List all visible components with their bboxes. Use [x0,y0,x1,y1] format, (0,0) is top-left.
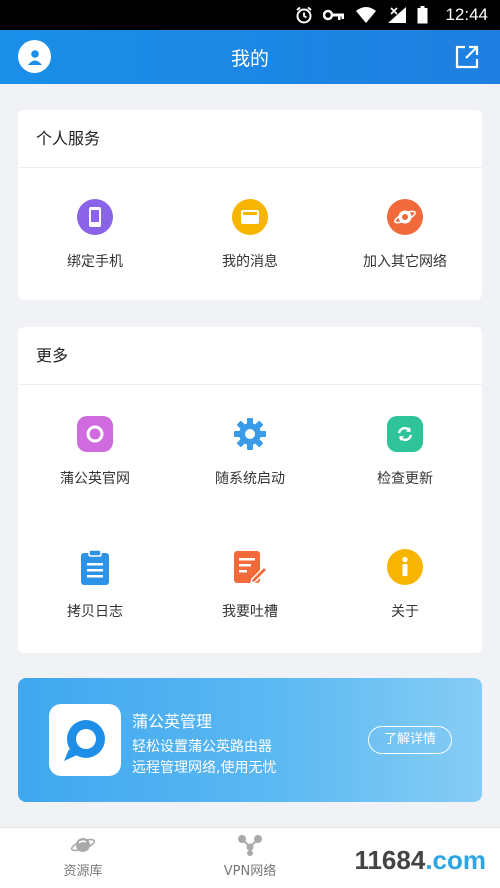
website-icon [77,416,113,452]
section-title: 个人服务 [18,110,482,168]
info-icon [387,549,423,585]
item-label: 加入其它网络 [363,254,447,270]
join-network-item[interactable]: 加入其它网络 [328,199,482,271]
key-icon [323,8,345,22]
tab-label: VPN网络 [223,864,277,879]
item-label: 检查更新 [377,471,433,487]
planet-icon [70,834,96,856]
planet-icon [387,199,423,235]
official-site-item[interactable]: 蒲公英官网 [18,416,172,488]
watermark-domain: .com [425,845,486,875]
promo-banner[interactable]: 蒲公英管理 轻松设置蒲公英路由器 远程管理网络,使用无忧 了解详情 [18,678,482,802]
share-button[interactable] [454,44,480,70]
phone-icon [77,199,113,235]
check-update-item[interactable]: 检查更新 [328,416,482,488]
item-label: 随系统启动 [215,471,285,487]
about-item[interactable]: 关于 [328,549,482,621]
item-label: 拷贝日志 [67,604,123,620]
tab-resources[interactable]: 资源库 [23,834,143,879]
learn-more-button[interactable]: 了解详情 [368,726,452,754]
chat-bubble-icon [64,720,105,761]
external-link-icon [455,45,479,69]
banner-line-1: 轻松设置蒲公英路由器 [132,739,272,755]
clipboard-icon [77,549,113,585]
item-label: 我要吐槽 [222,604,278,620]
wifi-icon [355,6,377,24]
section-title: 更多 [18,327,482,385]
item-label: 我的消息 [222,254,278,270]
page-title: 我的 [230,48,269,70]
signal-icon [387,6,407,24]
site-watermark: 11684.com [354,845,486,876]
more-card: 更多 蒲公英官网 随系统启动 检查更新 拷贝日志 我要吐槽 关于 [18,327,482,653]
app-icon [49,704,121,776]
app-header: 我的 [0,30,500,84]
status-bar: 12:44 [0,0,500,30]
banner-title: 蒲公英管理 [132,712,213,731]
edit-icon [232,549,268,585]
bind-phone-item[interactable]: 绑定手机 [18,199,172,271]
feedback-item[interactable]: 我要吐槽 [173,549,327,621]
watermark-digits: 11684 [354,845,426,875]
gear-icon [232,416,268,452]
personal-services-card: 个人服务 绑定手机 我的消息 加入其它网络 [18,110,482,300]
tab-vpn[interactable]: VPN网络 [190,834,310,879]
my-messages-item[interactable]: 我的消息 [173,199,327,271]
banner-line-2: 远程管理网络,使用无忧 [132,760,277,776]
clock: 12:44 [445,5,488,24]
auto-start-item[interactable]: 随系统启动 [173,416,327,488]
refresh-icon [387,416,423,452]
network-icon [237,834,263,856]
item-label: 绑定手机 [67,254,123,270]
battery-icon [417,6,428,24]
copy-log-item[interactable]: 拷贝日志 [18,549,172,621]
tab-label: 资源库 [63,864,103,879]
status-icons [295,6,428,24]
item-label: 蒲公英官网 [60,471,130,487]
message-icon [232,199,268,235]
alarm-icon [295,6,313,24]
item-label: 关于 [391,604,419,620]
